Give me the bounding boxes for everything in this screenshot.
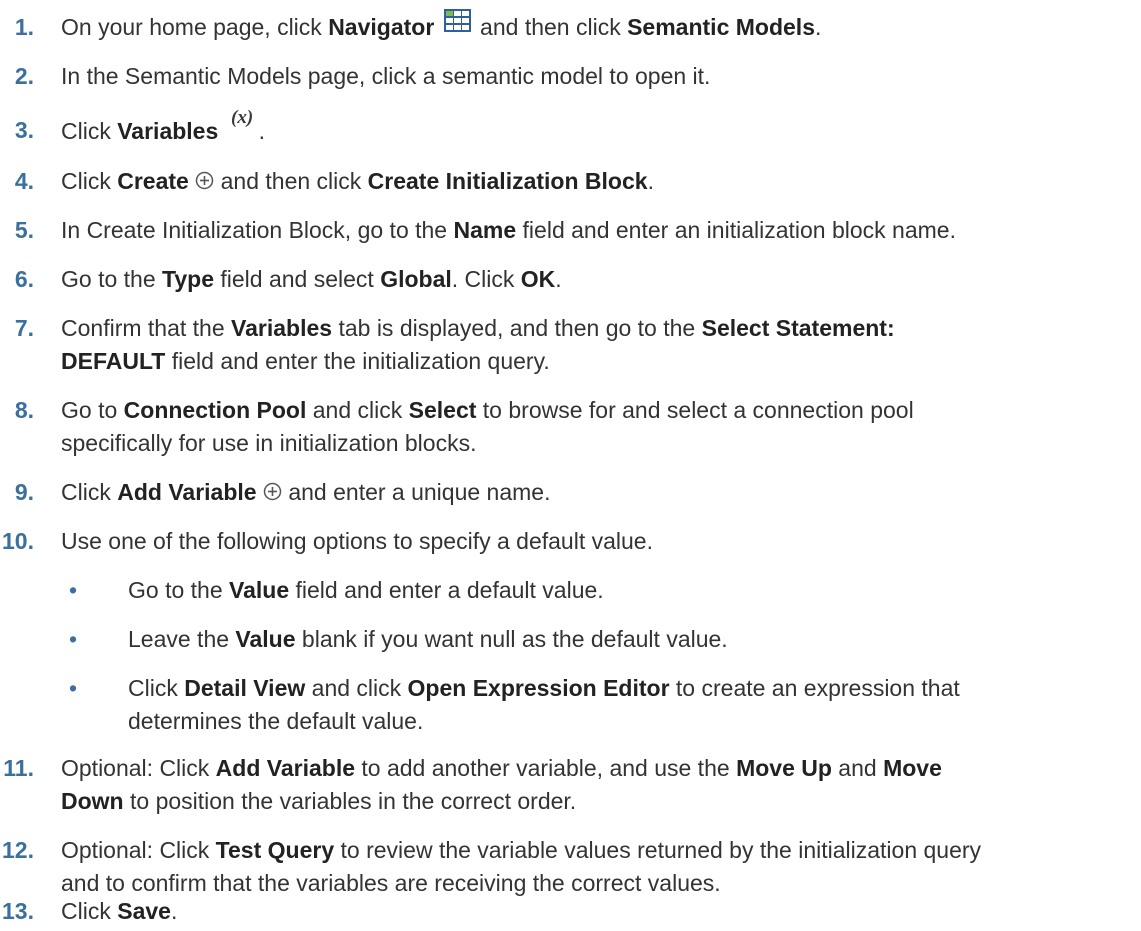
step-text: Click Variables (x) . [61, 107, 266, 144]
step-number: 9. [14, 479, 34, 505]
select-term: Select [408, 397, 477, 423]
procedure-steps: 1. On your home page, click Navigator an… [0, 0, 1141, 931]
create-initialization-block-term: Create Initialization Block [367, 168, 648, 194]
value-term: Value [235, 626, 296, 652]
add-circle-icon [195, 166, 214, 190]
variables-x-icon: (x) [229, 105, 259, 130]
add-variable-term: Add Variable [215, 755, 355, 781]
step-text: Optional: Click Test Query to review the… [61, 837, 982, 896]
step-number: 3. [14, 117, 34, 143]
step-text: Optional: Click Add Variable to add anot… [61, 755, 942, 814]
step-text: Go to Connection Pool and click Select t… [61, 397, 914, 456]
step-text: Click Save. [61, 898, 178, 924]
step-number: 13. [2, 898, 34, 924]
semantic-models-term: Semantic Models [627, 14, 815, 40]
step-number: 11. [3, 755, 34, 781]
step-number: 5. [14, 217, 34, 243]
save-term: Save [117, 898, 171, 924]
bullet: • [69, 577, 78, 603]
step-text: On your home page, click Navigator and t… [61, 8, 1136, 44]
step-number: 10. [2, 528, 34, 554]
move-down-term: Down [61, 788, 124, 814]
step-text: Use one of the following options to spec… [61, 528, 653, 554]
value-term: Value [229, 577, 290, 603]
bullet-text: Leave the Value blank if you want null a… [128, 626, 728, 652]
global-term: Global [380, 266, 452, 292]
navigator-term: Navigator [328, 14, 435, 40]
svg-text:(x): (x) [231, 107, 253, 128]
step-number: 4. [14, 168, 34, 194]
step-text: In Create Initialization Block, go to th… [61, 217, 956, 243]
variables-term: Variables [117, 118, 219, 144]
detail-view-term: Detail View [184, 675, 306, 701]
step-number: 12. [2, 837, 34, 863]
add-circle-icon [263, 477, 282, 501]
move-up-term: Move Up [736, 755, 832, 781]
step-number: 1. [14, 14, 34, 40]
step-text: Click Add Variable and enter a unique na… [61, 477, 551, 505]
step-text: Click Create and then click Create Initi… [61, 166, 654, 194]
ok-term: OK [520, 266, 556, 292]
bullet: • [69, 626, 78, 652]
step-number: 8. [14, 397, 34, 423]
step-text: Go to the Type field and select Global. … [61, 266, 562, 292]
variables-tab-term: Variables [231, 315, 333, 341]
step-number: 6. [14, 266, 34, 292]
bullet: • [69, 675, 78, 701]
step-text: In the Semantic Models page, click a sem… [61, 63, 711, 89]
select-statement-term: Select Statement: [701, 315, 895, 341]
move-down-term: Move [883, 755, 942, 781]
open-expression-editor-term: Open Expression Editor [407, 675, 670, 701]
test-query-term: Test Query [215, 837, 335, 863]
create-term: Create [117, 168, 189, 194]
bullet-text: Go to the Value field and enter a defaul… [128, 577, 604, 603]
type-term: Type [162, 266, 214, 292]
default-term: DEFAULT [61, 348, 166, 374]
step-text: Confirm that the Variables tab is displa… [61, 315, 895, 374]
step-number: 2. [14, 63, 34, 89]
grid-icon [443, 8, 471, 32]
add-variable-term: Add Variable [117, 479, 257, 505]
connection-pool-term: Connection Pool [123, 397, 307, 423]
name-term: Name [453, 217, 517, 243]
bullet-text: Click Detail View and click Open Express… [128, 675, 960, 734]
step-number: 7. [14, 315, 34, 341]
